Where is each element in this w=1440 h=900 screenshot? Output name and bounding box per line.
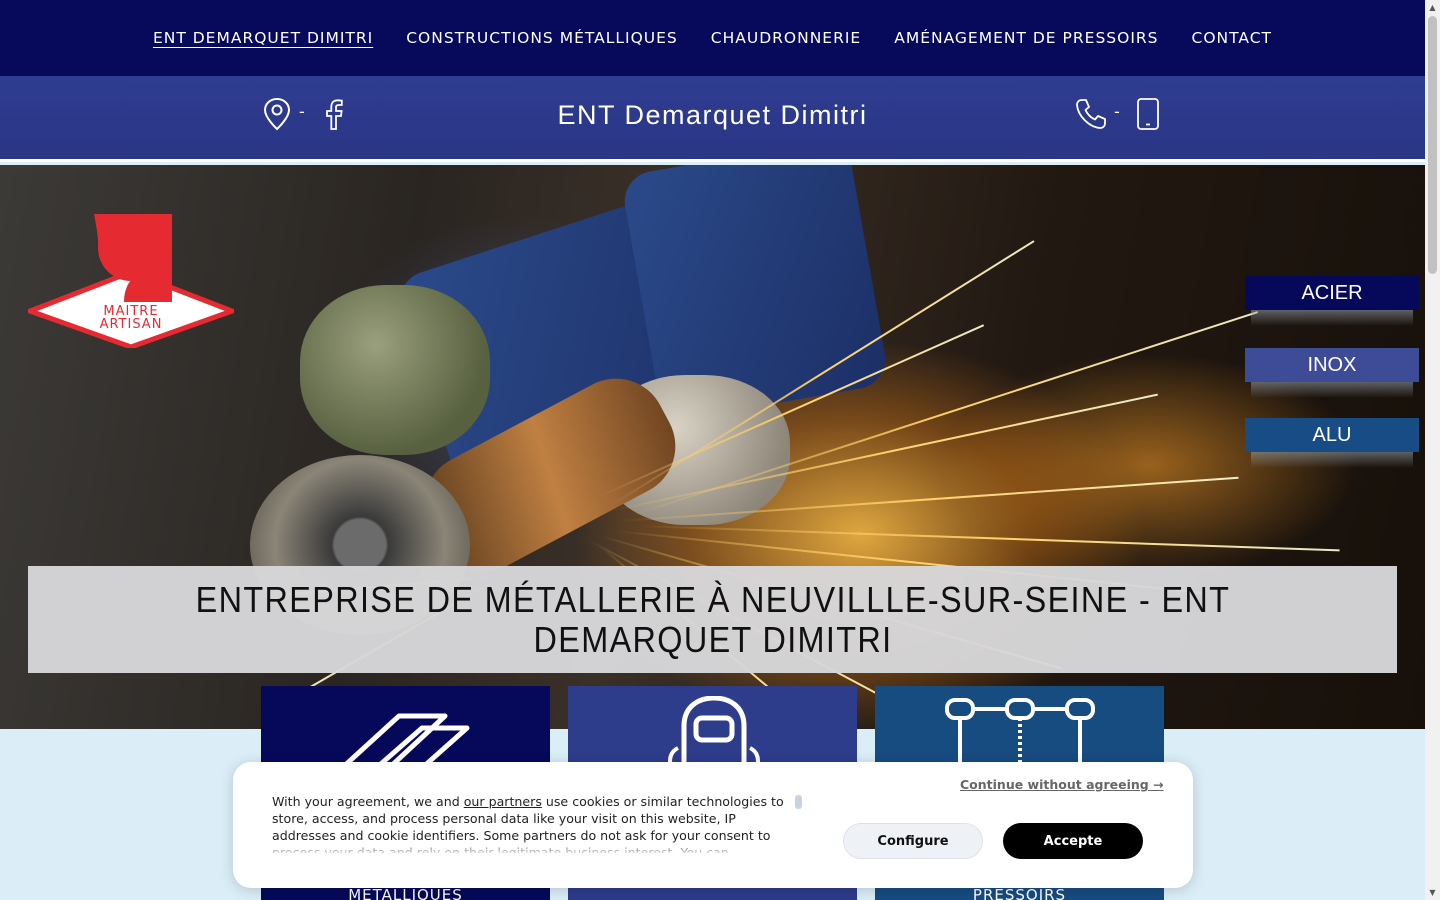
material-button-inox[interactable]: INOX — [1245, 348, 1419, 398]
headline-band: ENTREPRISE DE MÉTALLERIE À NEUVILLLE-SUR… — [28, 566, 1397, 673]
scroll-down-arrow-icon[interactable]: ▼ — [1425, 885, 1440, 900]
top-navigation: ENT DEMARQUET DIMITRI CONSTRUCTIONS MÉTA… — [0, 0, 1425, 76]
material-button-alu[interactable]: ALU — [1245, 418, 1419, 468]
mobile-icon[interactable] — [1131, 96, 1165, 132]
separator: - — [1114, 102, 1120, 121]
site-header: - ENT Demarquet Dimitri - — [0, 76, 1425, 162]
cookie-text-fade — [272, 840, 790, 856]
nav-item-home[interactable]: ENT DEMARQUET DIMITRI — [153, 29, 373, 47]
accept-button[interactable]: Accepte — [1003, 823, 1143, 859]
continue-without-agreeing-link[interactable]: Continue without agreeing → — [960, 777, 1164, 792]
configure-button[interactable]: Configure — [843, 823, 983, 859]
nav-item-chaudronnerie[interactable]: CHAUDRONNERIE — [711, 29, 861, 47]
scroll-up-arrow-icon[interactable]: ▲ — [1425, 0, 1440, 15]
service-card-label: MÉTALLIQUES — [348, 886, 463, 900]
nav-item-constructions-metalliques[interactable]: CONSTRUCTIONS MÉTALLIQUES — [406, 29, 678, 47]
scrollbar-thumb[interactable] — [1428, 16, 1437, 274]
our-partners-link[interactable]: our partners — [464, 794, 542, 809]
maitre-artisan-logo: MAITRE ARTISAN — [28, 214, 234, 348]
nav-item-amenagement-pressoirs[interactable]: AMÉNAGEMENT DE PRESSOIRS — [894, 29, 1158, 47]
service-card-label: PRESSOIRS — [972, 886, 1067, 900]
svg-text:ARTISAN: ARTISAN — [100, 317, 163, 332]
cookie-consent-banner: With your agreement, we and our partners… — [233, 762, 1193, 888]
page-scrollbar[interactable]: ▲ ▼ — [1425, 0, 1440, 900]
page-title: ENTREPRISE DE MÉTALLERIE À NEUVILLLE-SUR… — [195, 578, 1230, 660]
site-title: ENT Demarquet Dimitri — [557, 100, 868, 130]
cookie-text-part: With your agreement, we and — [272, 794, 464, 809]
cookie-text-scrollbar[interactable] — [795, 795, 802, 809]
phone-icon[interactable] — [1074, 96, 1108, 132]
material-button-acier[interactable]: ACIER — [1245, 276, 1419, 326]
nav-item-contact[interactable]: CONTACT — [1192, 29, 1273, 47]
